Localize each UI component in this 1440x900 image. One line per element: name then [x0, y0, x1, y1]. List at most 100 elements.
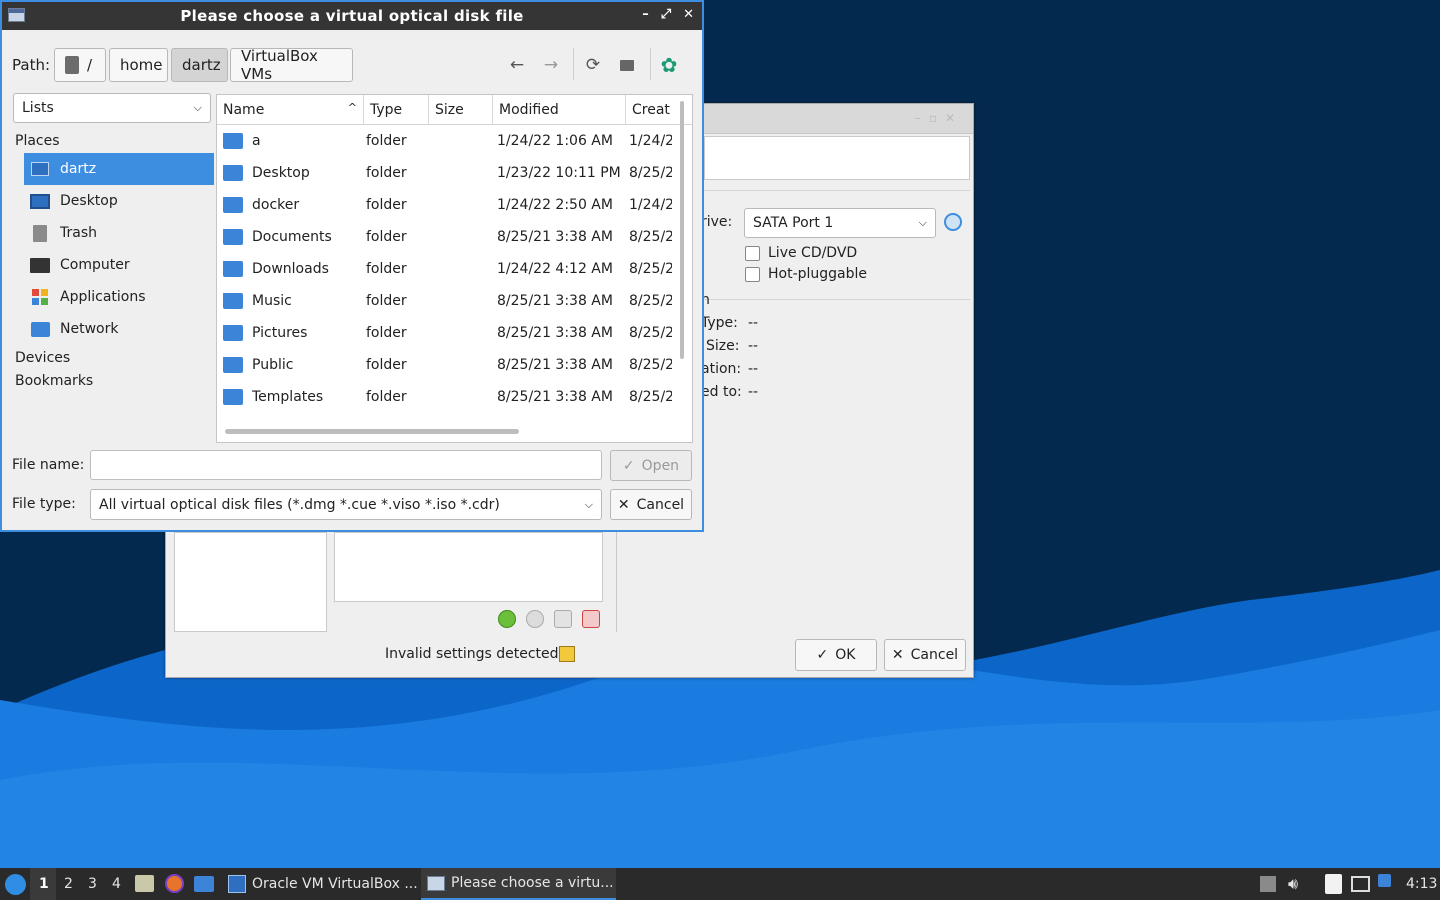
notification-icon[interactable] — [1378, 874, 1391, 887]
choose-disk-icon[interactable] — [944, 213, 962, 231]
live-cd-checkbox-box[interactable] — [745, 245, 760, 261]
forward-arrow-icon[interactable]: → — [540, 54, 562, 76]
file-modified: 8/25/21 3:38 AM — [497, 325, 613, 341]
place-label-network: Network — [60, 321, 119, 337]
live-cd-checkbox[interactable]: Live CD/DVD — [745, 245, 857, 261]
file-row[interactable]: Templates folder 8/25/21 3:38 AM 8/25/2 — [217, 381, 692, 413]
show-desktop-icon[interactable] — [194, 876, 214, 892]
folder-icon — [223, 357, 243, 373]
vertical-scrollbar[interactable] — [680, 101, 684, 359]
view-options-icon[interactable]: ✿ — [658, 53, 680, 77]
file-created: 8/25/2 — [629, 165, 672, 181]
reload-icon[interactable]: ⟳ — [582, 54, 604, 76]
clock[interactable]: 4:13 — [1406, 876, 1437, 892]
place-label-dartz: dartz — [60, 161, 97, 177]
bookmarks-heading[interactable]: Bookmarks — [14, 370, 214, 393]
file-list[interactable]: Name ^ Type Size Modified Creat a folder 1… — [216, 94, 693, 443]
info-location-value: -- — [748, 361, 759, 377]
task-file-chooser[interactable]: Please choose a virtu... — [421, 868, 616, 900]
file-manager-icon[interactable] — [135, 875, 154, 892]
back-arrow-icon[interactable]: ← — [506, 54, 528, 76]
column-header-created-label: Creat — [632, 101, 670, 118]
file-row[interactable]: Downloads folder 1/24/22 4:12 AM 8/25/2 — [217, 253, 692, 285]
place-item-desktop[interactable]: Desktop — [24, 185, 214, 217]
horizontal-scrollbar[interactable] — [225, 429, 519, 434]
path-segment-virtualbox-vms[interactable]: VirtualBox VMs — [230, 47, 353, 83]
close-button[interactable]: ✕ — [683, 7, 694, 22]
file-name: Music — [252, 293, 292, 309]
cancel-button-label: Cancel — [636, 496, 685, 513]
drive-select[interactable]: SATA Port 1 ⌵ — [744, 208, 936, 238]
remove-controller-icon[interactable] — [554, 610, 572, 628]
file-row[interactable]: Public folder 8/25/21 3:38 AM 8/25/2 — [217, 349, 692, 381]
ok-button-label: OK — [835, 647, 856, 663]
path-segment-virtualbox-vms-label: VirtualBox VMs — [241, 47, 318, 83]
task-virtualbox[interactable]: Oracle VM VirtualBox ... — [222, 868, 418, 900]
place-item-computer[interactable]: Computer — [24, 249, 214, 281]
column-header-size[interactable]: Size — [429, 95, 493, 124]
firefox-icon[interactable] — [165, 874, 184, 893]
column-header-modified-label: Modified — [499, 101, 559, 118]
desktop-icon — [30, 192, 50, 210]
drive-icon — [65, 56, 79, 74]
column-header-type[interactable]: Type — [364, 95, 429, 124]
file-row[interactable]: a folder 1/24/22 1:06 AM 1/24/2 — [217, 125, 692, 157]
column-header-created[interactable]: Creat — [626, 95, 686, 124]
file-row[interactable]: Desktop folder 1/23/22 10:11 PM 8/25/2 — [217, 157, 692, 189]
hot-pluggable-checkbox[interactable]: Hot-pluggable — [745, 266, 867, 282]
drive-select-value: SATA Port 1 — [753, 215, 834, 231]
hot-pluggable-checkbox-box[interactable] — [745, 266, 760, 282]
start-menu-icon[interactable] — [5, 874, 26, 895]
devices-heading[interactable]: Devices — [14, 347, 214, 370]
file-type: folder — [366, 325, 407, 341]
path-segment-dartz[interactable]: dartz — [171, 48, 228, 82]
column-header-modified[interactable]: Modified — [493, 95, 626, 124]
place-item-trash[interactable]: Trash — [24, 217, 214, 249]
file-type-select[interactable]: All virtual optical disk files (*.dmg *.… — [90, 489, 602, 520]
place-item-applications[interactable]: Applications — [24, 281, 214, 313]
close-icon: ✕ — [891, 647, 904, 663]
cancel-button[interactable]: ✕ Cancel — [610, 489, 692, 520]
file-row[interactable]: Pictures folder 8/25/21 3:38 AM 8/25/2 — [217, 317, 692, 349]
ok-button[interactable]: ✓ OK — [795, 639, 877, 671]
file-created: 8/25/2 — [629, 325, 672, 341]
new-folder-icon[interactable] — [616, 54, 638, 76]
file-row[interactable]: Music folder 8/25/21 3:38 AM 8/25/2 — [217, 285, 692, 317]
clipboard-icon[interactable] — [1325, 874, 1342, 894]
file-created: 8/25/2 — [629, 357, 672, 373]
tray-eject-icon[interactable] — [1260, 876, 1276, 892]
network-icon — [30, 320, 50, 338]
warning-icon[interactable] — [559, 646, 575, 662]
file-row[interactable]: Documents folder 8/25/21 3:38 AM 8/25/2 — [217, 221, 692, 253]
workspace-2[interactable]: 2 — [64, 876, 73, 892]
place-item-dartz[interactable]: dartz — [24, 153, 214, 185]
column-header-name-label: Name — [223, 101, 265, 118]
open-button[interactable]: ✓ Open — [610, 450, 692, 481]
file-type: folder — [366, 133, 407, 149]
file-modified: 1/23/22 10:11 PM — [497, 165, 621, 181]
info-attached-label: ed to: — [701, 384, 742, 400]
remove-attachment-icon[interactable] — [582, 610, 600, 628]
file-name-label: File name: — [12, 457, 85, 473]
file-row[interactable]: docker folder 1/24/22 2:50 AM 1/24/2 — [217, 189, 692, 221]
add-attachment-icon[interactable] — [498, 610, 516, 628]
column-header-name[interactable]: Name ^ — [217, 95, 364, 124]
maximize-button[interactable]: ⤢ — [661, 7, 671, 22]
file-name-input[interactable] — [90, 450, 602, 480]
places-mode-select[interactable]: Lists ⌵ — [13, 93, 211, 123]
add-controller-icon[interactable] — [526, 610, 544, 628]
path-segment-root[interactable]: / — [54, 48, 106, 82]
storage-tree[interactable] — [334, 532, 603, 602]
file-name: Templates — [252, 389, 324, 405]
workspace-4[interactable]: 4 — [112, 876, 121, 892]
file-name: Desktop — [252, 165, 310, 181]
cancel-button-settings[interactable]: ✕ Cancel — [884, 639, 966, 671]
minimize-button[interactable]: – — [642, 7, 649, 22]
workspace-3[interactable]: 3 — [88, 876, 97, 892]
network-status-icon[interactable] — [1351, 876, 1370, 892]
path-segment-home[interactable]: home — [109, 48, 168, 82]
volume-icon[interactable]: 🔊︎ — [1288, 874, 1298, 894]
settings-category-list[interactable] — [174, 532, 327, 632]
workspace-1[interactable]: 1 — [39, 876, 49, 892]
place-item-network[interactable]: Network — [24, 313, 214, 345]
